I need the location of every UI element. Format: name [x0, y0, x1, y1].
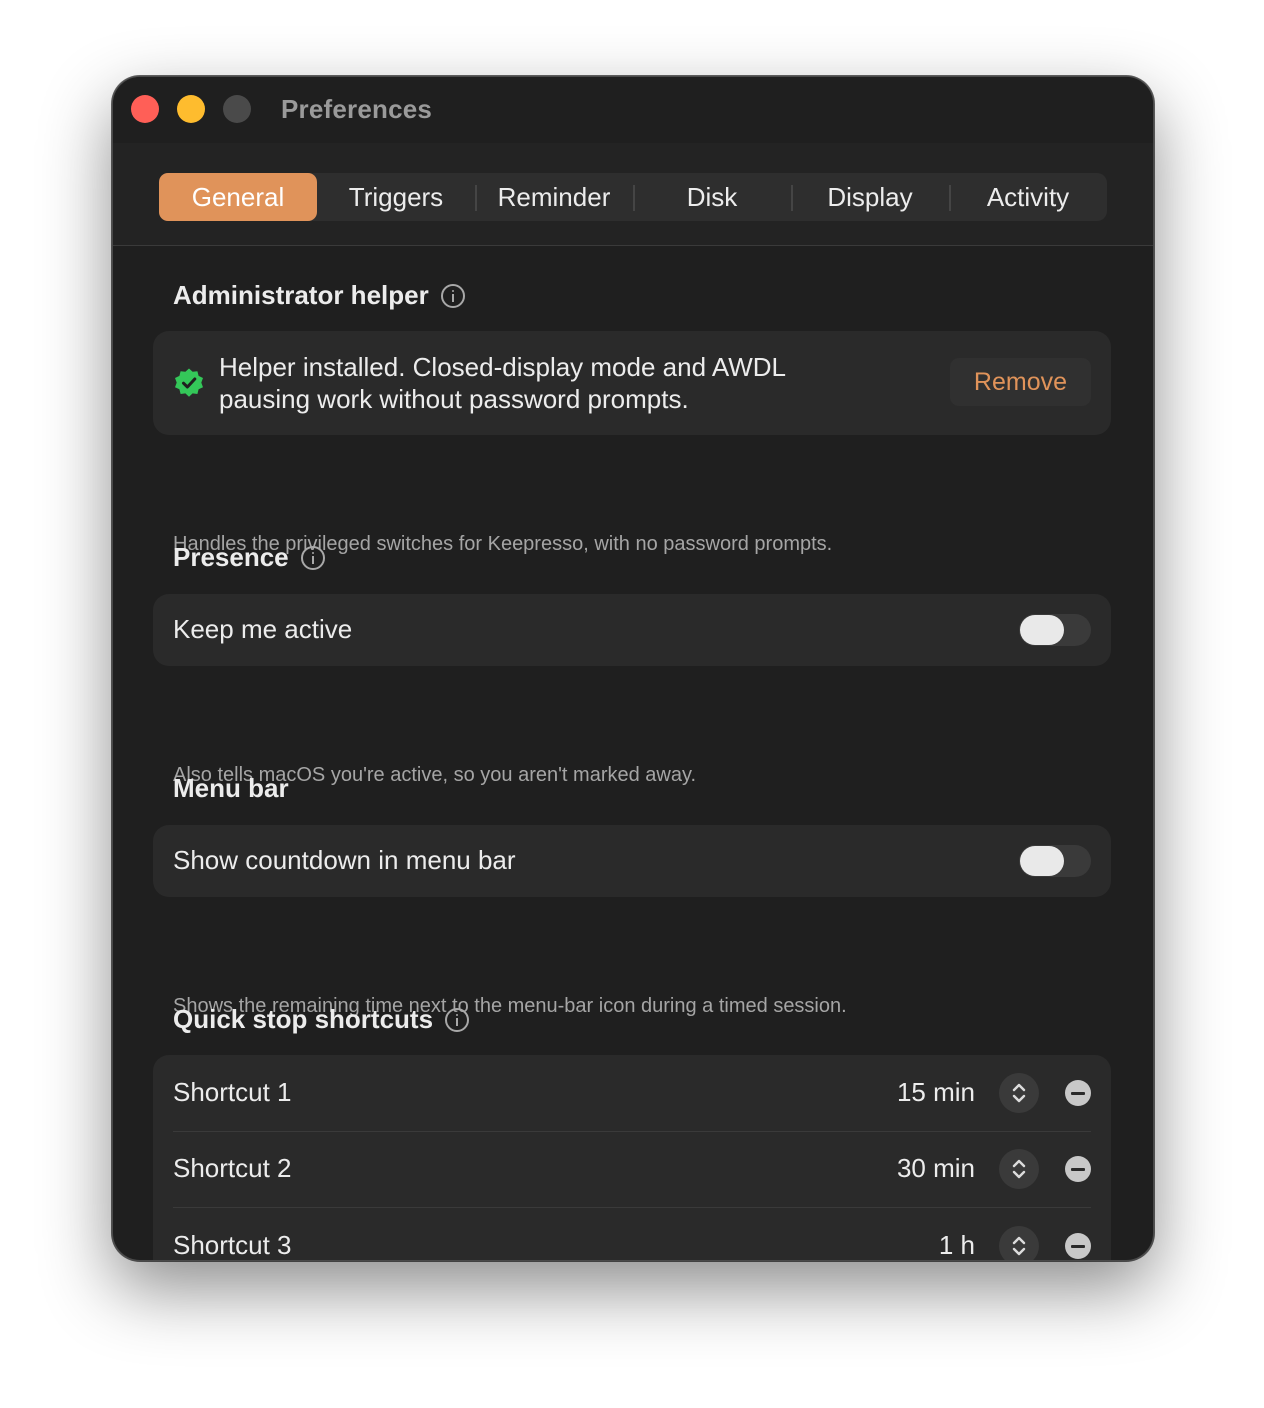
admin-helper-title: Administrator helper — [173, 280, 429, 310]
presence-card: Keep me active — [153, 594, 1111, 666]
presence-heading: Presence — [173, 542, 325, 573]
quick-stop-card: Shortcut 1 15 min Shortcut 2 30 min Shor… — [153, 1055, 1111, 1260]
window-title: Preferences — [281, 94, 433, 124]
shortcut-label: Shortcut 2 — [173, 1153, 292, 1183]
preferences-window: Preferences General Triggers Reminder Di… — [112, 76, 1154, 1261]
shortcut-value: 15 min — [896, 1077, 975, 1107]
up-down-chevron-icon — [1012, 1083, 1026, 1103]
presence-title: Presence — [173, 542, 289, 572]
shortcut-row: Shortcut 2 30 min — [153, 1131, 1111, 1207]
info-icon[interactable] — [440, 283, 465, 308]
zoom-window-button[interactable] — [223, 95, 251, 123]
verified-check-icon — [175, 368, 203, 397]
show-countdown-label: Show countdown in menu bar — [173, 845, 516, 875]
keep-me-active-label: Keep me active — [173, 614, 353, 644]
helper-status-text: Helper installed. Closed-display mode an… — [219, 352, 786, 414]
shortcut-value: 30 min — [896, 1153, 975, 1183]
toggle-knob — [1020, 846, 1064, 876]
tab-general[interactable]: General — [159, 173, 317, 221]
remove-shortcut-button[interactable] — [1065, 1080, 1091, 1106]
info-icon[interactable] — [300, 545, 325, 570]
close-window-button[interactable] — [131, 95, 159, 123]
show-countdown-toggle[interactable] — [1019, 845, 1091, 877]
admin-helper-heading: Administrator helper — [173, 280, 465, 311]
menu-bar-heading: Menu bar — [173, 773, 289, 804]
shortcut-row: Shortcut 3 1 h — [153, 1208, 1111, 1260]
duration-stepper[interactable] — [999, 1226, 1039, 1260]
general-pane: Administrator helper Helper installed. C… — [113, 246, 1153, 1260]
duration-stepper[interactable] — [999, 1073, 1039, 1113]
shortcut-row: Shortcut 1 15 min — [153, 1055, 1111, 1131]
up-down-chevron-icon — [1012, 1159, 1026, 1179]
minimize-window-button[interactable] — [177, 95, 205, 123]
shortcut-label: Shortcut 1 — [173, 1077, 292, 1107]
remove-shortcut-button[interactable] — [1065, 1233, 1091, 1259]
admin-helper-card: Helper installed. Closed-display mode an… — [153, 331, 1111, 435]
remove-helper-button[interactable]: Remove — [949, 358, 1091, 406]
up-down-chevron-icon — [1012, 1236, 1026, 1256]
quick-stop-heading: Quick stop shortcuts — [173, 1004, 470, 1035]
shortcut-value: 1 h — [938, 1230, 975, 1260]
remove-shortcut-button[interactable] — [1065, 1156, 1091, 1182]
tab-bar: General Triggers Reminder Disk Display A… — [159, 173, 1107, 221]
tab-display[interactable]: Display — [791, 173, 949, 221]
tab-triggers[interactable]: Triggers — [317, 173, 475, 221]
tab-disk[interactable]: Disk — [633, 173, 791, 221]
title-bar: Preferences — [113, 77, 1153, 143]
duration-stepper[interactable] — [999, 1149, 1039, 1189]
shortcut-label: Shortcut 3 — [173, 1230, 292, 1260]
toolbar: General Triggers Reminder Disk Display A… — [113, 143, 1153, 246]
menu-bar-title: Menu bar — [173, 773, 289, 803]
tab-activity[interactable]: Activity — [949, 173, 1107, 221]
toggle-knob — [1020, 615, 1064, 645]
keep-me-active-toggle[interactable] — [1019, 614, 1091, 646]
info-icon[interactable] — [445, 1007, 470, 1032]
quick-stop-title: Quick stop shortcuts — [173, 1004, 434, 1034]
tab-reminder[interactable]: Reminder — [475, 173, 633, 221]
menu-bar-card: Show countdown in menu bar — [153, 825, 1111, 897]
